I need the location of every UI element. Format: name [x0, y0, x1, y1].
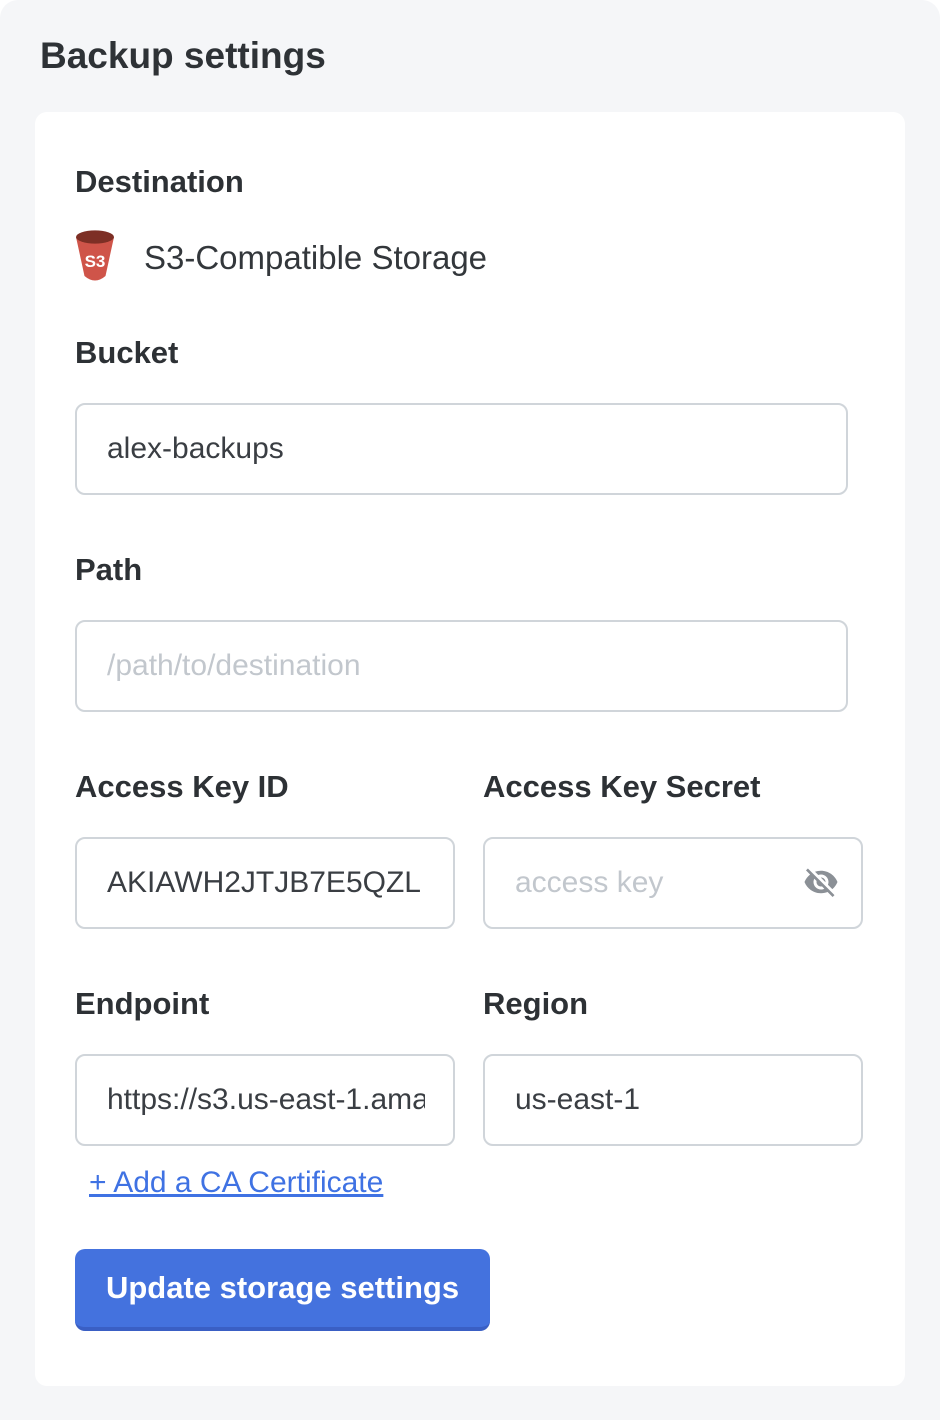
access-key-id-field: Access Key ID [75, 768, 455, 929]
path-field: Path [75, 551, 865, 712]
region-field: Region [483, 985, 863, 1146]
region-input[interactable] [483, 1054, 863, 1146]
bucket-input[interactable] [75, 403, 848, 495]
path-input[interactable] [75, 620, 848, 712]
page-title: Backup settings [40, 34, 940, 78]
region-label: Region [483, 985, 863, 1023]
access-key-secret-field: Access Key Secret [483, 768, 863, 929]
destination-row: S3 S3-Compatible Storage [75, 230, 865, 286]
endpoint-field: Endpoint [75, 985, 455, 1146]
destination-label: Destination [75, 163, 865, 201]
bucket-field: Bucket [75, 334, 865, 495]
add-ca-certificate-link[interactable]: + Add a CA Certificate [89, 1166, 383, 1200]
endpoint-input[interactable] [75, 1054, 455, 1146]
endpoint-region-row: Endpoint Region [75, 985, 865, 1146]
access-key-secret-label: Access Key Secret [483, 768, 863, 806]
backup-settings-card: Destination S3 S3-Compatible Storage Buc… [35, 112, 905, 1386]
eye-off-icon [803, 864, 839, 903]
toggle-secret-visibility-button[interactable] [801, 863, 841, 903]
s3-bucket-icon: S3 [75, 229, 116, 288]
destination-value: S3-Compatible Storage [144, 239, 487, 277]
bucket-label: Bucket [75, 334, 865, 372]
access-key-id-input[interactable] [75, 837, 455, 929]
svg-text:S3: S3 [85, 252, 106, 271]
endpoint-label: Endpoint [75, 985, 455, 1023]
access-key-row: Access Key ID Access Key Secret [75, 768, 865, 929]
update-storage-settings-button[interactable]: Update storage settings [75, 1249, 490, 1331]
access-key-id-label: Access Key ID [75, 768, 455, 806]
path-label: Path [75, 551, 865, 589]
backup-settings-page: Backup settings Destination S3 S3-Compat… [0, 0, 940, 1420]
